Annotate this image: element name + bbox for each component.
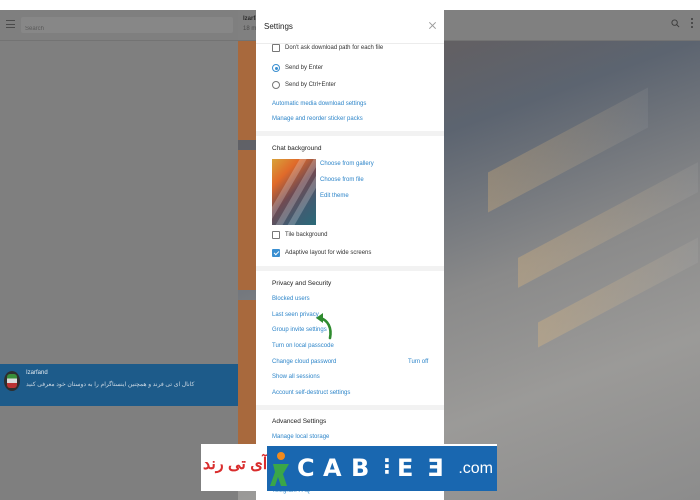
message-bubble: [238, 300, 256, 460]
tile-background-checkbox[interactable]: [272, 231, 280, 239]
window-top-strip: [0, 0, 700, 10]
watermark-mark: E: [397, 454, 414, 482]
choose-from-gallery-link[interactable]: Choose from gallery: [320, 161, 374, 167]
adaptive-layout-checkbox[interactable]: [272, 249, 280, 257]
message-bubble: [238, 150, 256, 290]
watermark-mark: A: [323, 454, 342, 482]
watermark-mark: C: [297, 454, 315, 482]
self-destruct-link[interactable]: Account self-destruct settings: [272, 390, 350, 396]
watermark-banner: آی تی رند C A B ⋮ E Ǝ .com: [201, 444, 497, 491]
privacy-header: Privacy and Security: [272, 280, 332, 287]
tile-background-label[interactable]: Tile background: [285, 232, 327, 238]
show-sessions-link[interactable]: Show all sessions: [272, 374, 320, 380]
person-logo-icon: [270, 452, 289, 486]
more-icon[interactable]: [691, 18, 694, 30]
search-icon[interactable]: [671, 19, 680, 28]
local-passcode-link[interactable]: Turn on local passcode: [272, 343, 334, 349]
edit-theme-link[interactable]: Edit theme: [320, 193, 349, 199]
chat-sidebar: Izarfand کانال ای تی فرند و همچنین اینست…: [0, 10, 238, 500]
manage-stickers-link[interactable]: Manage and reorder sticker packs: [272, 116, 363, 122]
watermark-mark: B: [351, 454, 370, 482]
sidebar-header: [0, 10, 238, 41]
chat-background-preview: [272, 159, 316, 225]
blocked-users-link[interactable]: Blocked users: [272, 296, 310, 302]
close-icon[interactable]: [428, 21, 437, 30]
section-divider: [256, 266, 444, 271]
adaptive-layout-label[interactable]: Adaptive layout for wide screens: [285, 250, 371, 256]
background-streak: [488, 87, 648, 213]
auto-media-download-link[interactable]: Automatic media download settings: [272, 101, 366, 107]
section-divider: [256, 405, 444, 410]
search-input[interactable]: [21, 21, 229, 37]
choose-from-file-link[interactable]: Choose from file: [320, 177, 364, 183]
send-by-enter-radio[interactable]: [272, 64, 280, 72]
watermark-mark: Ǝ: [427, 454, 444, 482]
modal-header: Settings: [256, 10, 444, 44]
search-box[interactable]: [21, 17, 233, 37]
turn-off-link[interactable]: Turn off: [408, 359, 428, 365]
send-by-enter-label[interactable]: Send by Enter: [285, 65, 323, 71]
settings-modal: Settings Don't ask download path for eac…: [256, 10, 444, 500]
send-by-ctrl-enter-radio[interactable]: [272, 81, 280, 89]
cloud-password-link[interactable]: Change cloud password: [272, 359, 336, 365]
ask-download-path-checkbox[interactable]: [272, 44, 280, 52]
watermark-mark: ⋮: [377, 454, 397, 478]
conversation-subtitle: 18 m: [243, 26, 257, 32]
chat-background-header: Chat background: [272, 145, 322, 152]
avatar: [4, 371, 20, 391]
last-seen-privacy-link[interactable]: Last seen privacy: [272, 312, 319, 318]
section-divider: [256, 131, 444, 136]
watermark-blue-panel: C A B ⋮ E Ǝ .com: [267, 446, 497, 491]
manage-storage-link[interactable]: Manage local storage: [272, 434, 329, 440]
chat-name: Izarfand: [26, 370, 48, 376]
watermark-domain: .com: [458, 460, 493, 477]
watermark-logo-text: آی تی رند: [203, 456, 268, 473]
advanced-header: Advanced Settings: [272, 418, 327, 425]
ask-download-path-label[interactable]: Don't ask download path for each file: [285, 45, 383, 51]
send-by-ctrl-enter-label[interactable]: Send by Ctrl+Enter: [285, 82, 336, 88]
modal-title: Settings: [264, 22, 293, 31]
chat-list-item[interactable]: Izarfand کانال ای تی فرند و همچنین اینست…: [0, 364, 238, 406]
menu-icon[interactable]: [6, 20, 15, 28]
green-arrow-icon: [316, 313, 332, 340]
message-bubble: [238, 40, 256, 140]
chat-last-message: کانال ای تی فرند و همچنین اینستاگرام را …: [26, 382, 195, 388]
